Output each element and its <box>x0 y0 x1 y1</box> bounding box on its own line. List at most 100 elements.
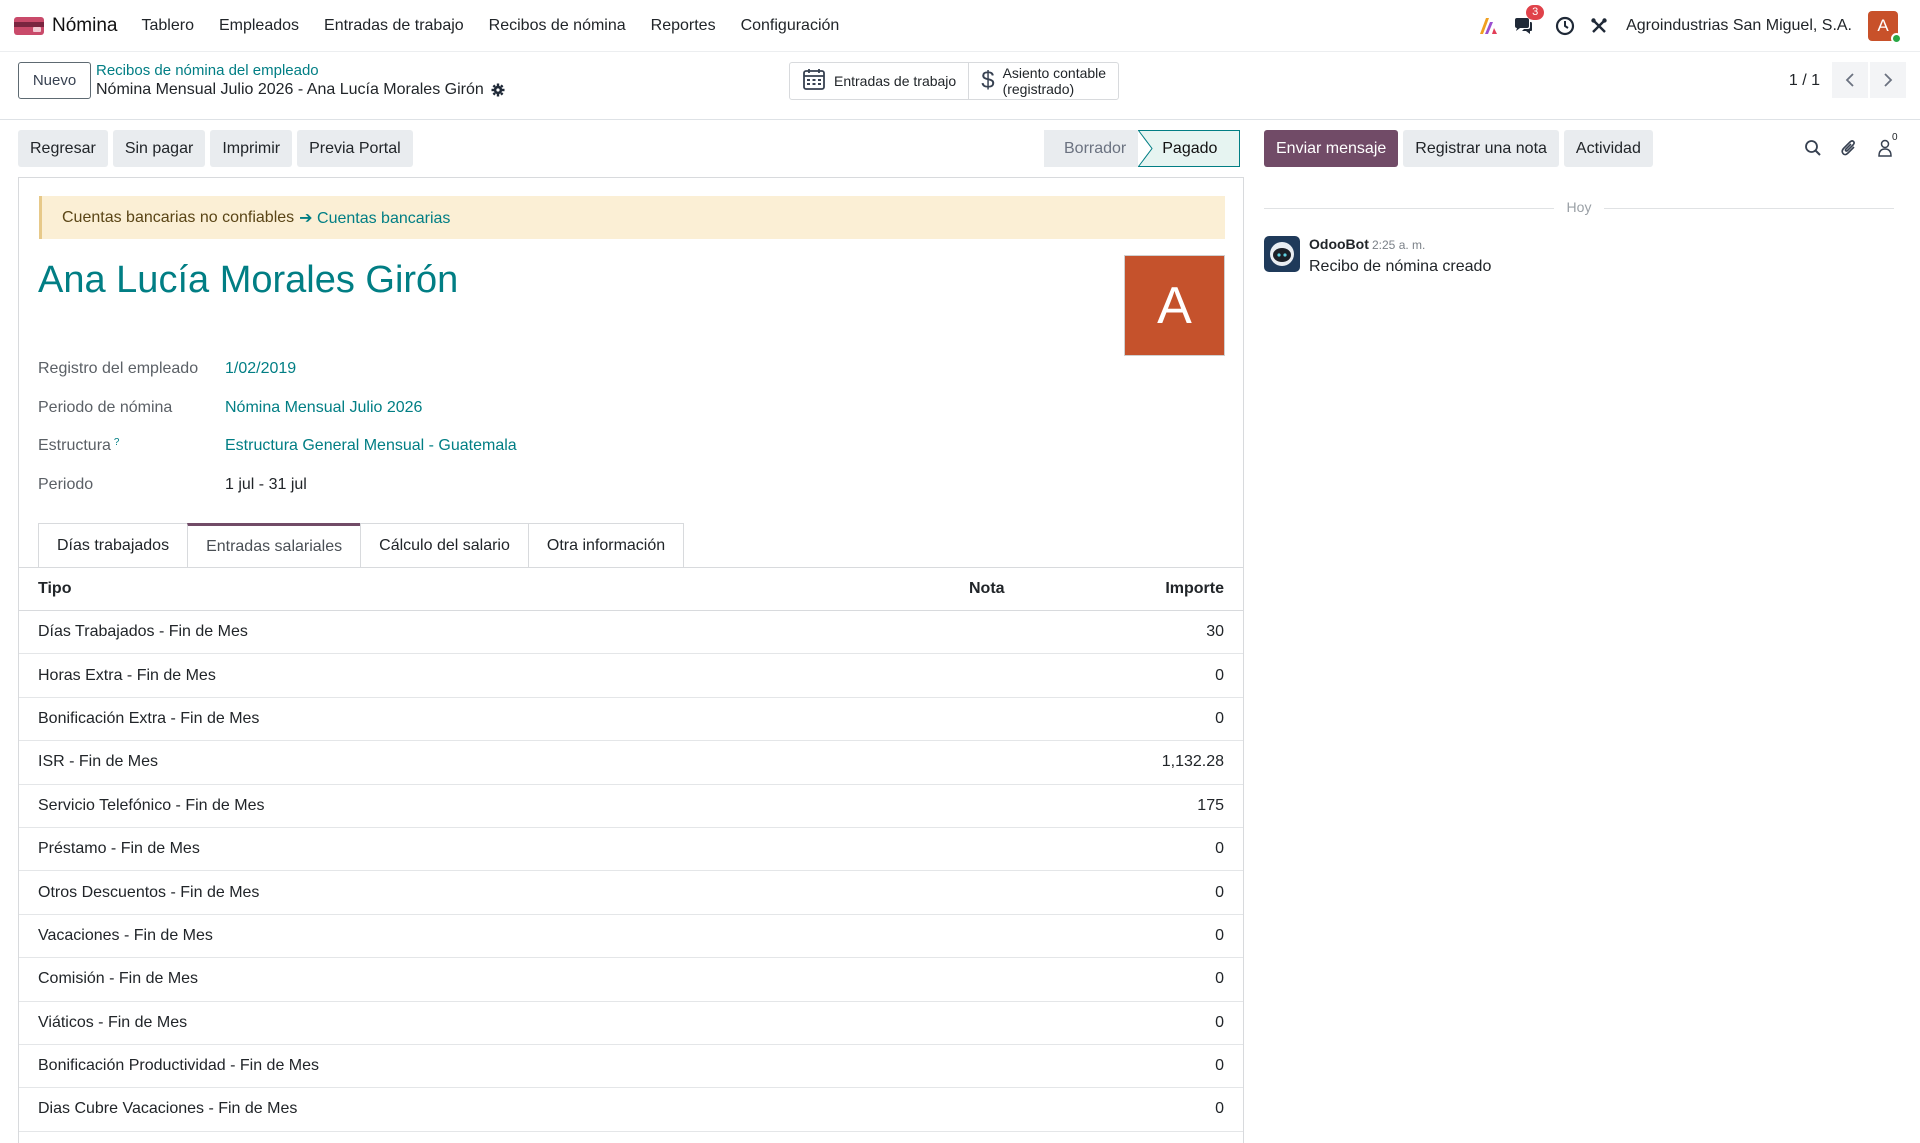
odoobot-avatar[interactable] <box>1264 236 1300 272</box>
tab-otra-informacion[interactable]: Otra información <box>527 523 685 568</box>
activity-button[interactable]: Actividad <box>1563 130 1653 167</box>
user-avatar[interactable]: A <box>1868 10 1902 44</box>
estructura-value[interactable]: Estructura General Mensual - Guatemala <box>225 437 517 455</box>
date-separator-label: Hoy <box>1566 199 1592 215</box>
tab-dias-trabajados[interactable]: Días trabajados <box>38 523 189 568</box>
table-row[interactable]: Servicio Telefónico - Fin de Mes 175 <box>19 785 1243 828</box>
periodo-label: Periodo <box>38 476 94 493</box>
app-name[interactable]: Nómina <box>52 15 117 37</box>
cell-importe: 30 <box>1206 623 1224 641</box>
cell-importe: 1,132.28 <box>1161 753 1224 771</box>
tab-entradas-salariales[interactable]: Entradas salariales <box>187 523 362 568</box>
table-body: Días Trabajados - Fin de Mes 30 Horas Extr… <box>19 611 1243 1132</box>
bank-accounts-link[interactable]: ➔ Cuentas bancarias <box>299 208 450 228</box>
registro-label: Registro del empleado <box>38 360 199 377</box>
work-entries-smart-button[interactable]: Entradas de trabajo <box>790 63 970 99</box>
calendar-icon <box>802 67 826 96</box>
cell-importe: 0 <box>1215 1013 1224 1031</box>
cell-tipo: Vacaciones - Fin de Mes <box>38 926 213 944</box>
menu-entradas-de-trabajo[interactable]: Entradas de trabajo <box>324 17 464 35</box>
periodo-nomina-label: Periodo de nómina <box>38 399 173 416</box>
employee-avatar: A <box>1124 255 1225 356</box>
message-author[interactable]: OdooBot <box>1309 236 1369 252</box>
cell-tipo: Servicio Telefónico - Fin de Mes <box>38 796 265 814</box>
breadcrumb-current: Nómina Mensual Julio 2026 - Ana Lucía Mo… <box>96 81 505 99</box>
chatter-toolbar: 0 <box>1790 132 1898 160</box>
breadcrumb-parent-link[interactable]: Recibos de nómina del empleado <box>96 62 319 79</box>
new-button[interactable]: Nuevo <box>18 62 91 99</box>
journal-entry-label: Asiento contable (registrado) <box>1003 65 1107 97</box>
journal-entry-smart-button[interactable]: $ Asiento contable (registrado) <box>969 63 1118 99</box>
cell-tipo: Días Trabajados - Fin de Mes <box>38 623 248 641</box>
periodo-nomina-value[interactable]: Nómina Mensual Julio 2026 <box>225 399 422 417</box>
chatter-buttons: Enviar mensaje Registrar una nota Activi… <box>1264 130 1658 167</box>
form-action-buttons: Regresar Sin pagar Imprimir Previa Porta… <box>18 130 418 167</box>
send-message-button[interactable]: Enviar mensaje <box>1264 130 1399 167</box>
smart-buttons: Entradas de trabajo $ Asiento contable (… <box>789 62 1120 100</box>
tools-icon[interactable] <box>1588 15 1610 37</box>
table-row[interactable]: Comisión - Fin de Mes 0 <box>19 958 1243 1002</box>
menu-reportes[interactable]: Reportes <box>651 17 716 35</box>
search-icon[interactable] <box>1800 136 1826 160</box>
date-separator: Hoy <box>1264 198 1894 218</box>
pager-value[interactable]: 1 / 1 <box>1789 72 1820 90</box>
company-switcher[interactable]: Agroindustrias San Miguel, S.A. <box>1626 17 1852 35</box>
menu-configuracion[interactable]: Configuración <box>741 17 840 35</box>
registro-value[interactable]: 1/02/2019 <box>225 360 296 378</box>
table-row[interactable]: Viáticos - Fin de Mes 0 <box>19 1002 1243 1045</box>
menu-recibos-de-nomina[interactable]: Recibos de nómina <box>489 17 626 35</box>
sin-pagar-button[interactable]: Sin pagar <box>112 130 206 167</box>
cell-tipo: Bonificación Productividad - Fin de Mes <box>38 1057 320 1075</box>
journal-entry-line1: Asiento contable <box>1002 65 1107 81</box>
table-row[interactable]: Préstamo - Fin de Mes 0 <box>19 828 1243 872</box>
pager-previous-button[interactable] <box>1832 62 1868 98</box>
table-row[interactable]: Días Trabajados - Fin de Mes 30 <box>19 611 1243 655</box>
cell-importe: 0 <box>1215 1057 1224 1075</box>
messages-count-badge: 3 <box>1526 4 1545 20</box>
pager-buttons <box>1830 62 1906 98</box>
employee-name[interactable]: Ana Lucía Morales Girón <box>38 259 458 302</box>
header-nota[interactable]: Nota <box>969 580 1049 598</box>
cell-tipo: Bonificación Extra - Fin de Mes <box>38 709 260 727</box>
status-pagado-label: Pagado <box>1162 139 1218 157</box>
clock-icon[interactable] <box>1554 15 1576 37</box>
table-row[interactable]: Horas Extra - Fin de Mes 0 <box>19 654 1243 698</box>
followers-button[interactable]: 0 <box>1872 132 1898 160</box>
previa-portal-button[interactable]: Previa Portal <box>297 130 413 167</box>
chevron-left-icon <box>1845 73 1854 87</box>
gear-icon[interactable] <box>491 83 505 97</box>
chevron-right-icon <box>1884 73 1893 87</box>
chat-icon[interactable]: 3 <box>1512 4 1545 37</box>
table-row[interactable]: Otros Descuentos - Fin de Mes 0 <box>19 871 1243 915</box>
user-icon <box>1878 139 1892 157</box>
imprimir-button[interactable]: Imprimir <box>210 130 293 167</box>
work-entries-label: Entradas de trabajo <box>834 73 957 89</box>
menu-tablero[interactable]: Tablero <box>141 17 193 35</box>
cell-tipo: Horas Extra - Fin de Mes <box>38 666 216 684</box>
salary-inputs-table: Tipo Nota Importe Días Trabajados - Fin … <box>19 568 1243 1132</box>
user-initial: A <box>1877 15 1889 35</box>
payslip-form-sheet: Cuentas bancarias no confiables ➔ Cuenta… <box>18 177 1244 1143</box>
table-row[interactable]: ISR - Fin de Mes 1,132.28 <box>19 741 1243 785</box>
periodo-value[interactable]: 1 jul - 31 jul <box>225 476 307 494</box>
cell-importe: 0 <box>1215 970 1224 988</box>
status-borrador[interactable]: Borrador <box>1044 130 1139 167</box>
header-tipo[interactable]: Tipo <box>19 580 969 598</box>
status-pagado[interactable]: Pagado <box>1138 130 1241 167</box>
paperclip-icon[interactable] <box>1836 136 1862 160</box>
table-row[interactable]: Bonificación Productividad - Fin de Mes 0 <box>19 1045 1243 1089</box>
message-body: Recibo de nómina creado <box>1309 258 1492 275</box>
table-row[interactable]: Bonificación Extra - Fin de Mes 0 <box>19 698 1243 742</box>
header-importe[interactable]: Importe <box>1049 580 1243 598</box>
table-row[interactable]: Dias Cubre Vacaciones - Fin de Mes 0 <box>19 1088 1243 1132</box>
table-row[interactable]: Vacaciones - Fin de Mes 0 <box>19 915 1243 959</box>
ai-icon[interactable] <box>1478 15 1500 37</box>
pager-next-button[interactable] <box>1870 62 1906 98</box>
log-note-button[interactable]: Registrar una nota <box>1403 130 1559 167</box>
help-tooltip-icon[interactable]: ? <box>114 437 120 448</box>
payroll-app-icon[interactable] <box>14 15 44 37</box>
menu-empleados[interactable]: Empleados <box>219 17 299 35</box>
regresar-button[interactable]: Regresar <box>18 130 108 167</box>
tab-calculo-del-salario[interactable]: Cálculo del salario <box>360 523 529 568</box>
cell-tipo: Préstamo - Fin de Mes <box>38 840 200 858</box>
